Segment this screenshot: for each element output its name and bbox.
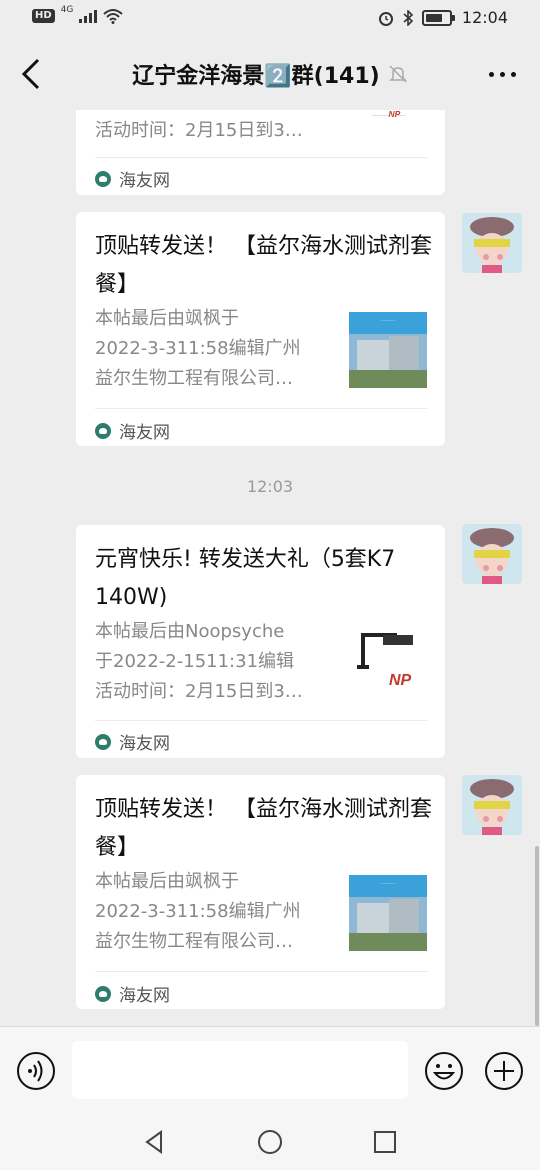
emoji-icon[interactable] — [424, 1051, 464, 1091]
source-logo-icon — [95, 733, 111, 750]
building-image: ······· — [349, 312, 427, 388]
card-source: 海友网 — [95, 166, 170, 191]
input-bar — [0, 1026, 540, 1117]
message-card[interactable]: 元宵快乐! 转发送大礼（5套K7 140W) 本帖最后由Noopsyche 于2… — [76, 525, 445, 758]
divider — [95, 408, 427, 409]
avatar[interactable] — [462, 213, 522, 273]
divider — [95, 971, 427, 972]
network-type: 4G — [60, 5, 74, 15]
hd-badge: HD — [32, 9, 55, 23]
building-image: ······· — [349, 875, 427, 951]
status-left: HD 4G — [32, 5, 124, 24]
card-source: 海友网 — [95, 729, 170, 754]
status-right: 12:04 — [378, 8, 508, 27]
divider — [95, 720, 427, 721]
signal-icon — [79, 9, 98, 23]
recents-square-icon[interactable] — [371, 1128, 399, 1156]
light-product-image: NP — [371, 110, 406, 119]
chat-scrollbar[interactable] — [535, 846, 539, 1026]
light-product-image: NP — [349, 625, 427, 701]
message-timestamp: 12:03 — [246, 477, 294, 496]
message-card[interactable]: 活动时间：2月15日到3… NP 海友网 — [76, 110, 445, 195]
svg-text:·······: ······· — [381, 881, 395, 887]
back-triangle-icon[interactable] — [141, 1128, 169, 1156]
chat-header: 辽宁金洋海景2️⃣群(141) — [0, 38, 540, 110]
card-source: 海友网 — [95, 418, 170, 443]
card-description: 本帖最后由飒枫于 2022-3-311:58编辑广州 益尔生物工程有限公司… — [95, 308, 301, 389]
chat-title: 辽宁金洋海景2️⃣群(141) — [132, 64, 380, 89]
card-title: 顶贴转发送！ 【益尔海水测试剂套餐】 — [95, 797, 432, 860]
system-nav-bar — [0, 1116, 540, 1170]
source-label: 海友网 — [119, 171, 170, 191]
message-card[interactable]: 顶贴转发送！ 【益尔海水测试剂套餐】 本帖最后由飒枫于 2022-3-311:5… — [76, 775, 445, 1009]
source-label: 海友网 — [119, 423, 170, 443]
message-input[interactable] — [72, 1041, 408, 1099]
source-logo-icon — [95, 985, 111, 1002]
chat-title-row: 辽宁金洋海景2️⃣群(141) — [0, 58, 540, 90]
card-title: 元宵快乐! 转发送大礼（5套K7 140W) — [95, 547, 396, 610]
card-description: 本帖最后由Noopsyche 于2022-2-1511:31编辑 活动时间：2月… — [95, 621, 303, 702]
alarm-icon — [378, 11, 393, 26]
home-circle-icon[interactable] — [256, 1128, 284, 1156]
source-logo-icon — [95, 170, 111, 187]
plus-circle-icon[interactable] — [484, 1051, 524, 1091]
svg-text:NP: NP — [389, 110, 401, 119]
avatar[interactable] — [462, 524, 522, 584]
status-bar: HD 4G 12:04 — [0, 0, 540, 38]
svg-text:·······: ······· — [381, 318, 395, 324]
more-dots-icon[interactable] — [489, 72, 516, 77]
chat-area[interactable]: 活动时间：2月15日到3… NP 海友网 顶贴转发送！ 【益尔海水测试剂套餐】 … — [0, 110, 540, 1026]
battery-icon — [421, 9, 455, 26]
source-logo-icon — [95, 422, 111, 439]
card-description: 活动时间：2月15日到3… — [95, 120, 303, 141]
bluetooth-icon — [403, 9, 414, 26]
card-description: 本帖最后由飒枫于 2022-3-311:58编辑广州 益尔生物工程有限公司… — [95, 871, 301, 952]
bell-muted-icon — [388, 65, 407, 83]
status-time: 12:04 — [461, 8, 508, 27]
card-title: 顶贴转发送！ 【益尔海水测试剂套餐】 — [95, 234, 432, 297]
svg-text:NP: NP — [389, 672, 412, 689]
divider — [95, 157, 427, 158]
avatar[interactable] — [462, 775, 522, 835]
source-label: 海友网 — [119, 986, 170, 1006]
voice-icon[interactable] — [16, 1051, 56, 1091]
message-card[interactable]: 顶贴转发送！ 【益尔海水测试剂套餐】 本帖最后由飒枫于 2022-3-311:5… — [76, 212, 445, 446]
source-label: 海友网 — [119, 734, 170, 754]
card-source: 海友网 — [95, 981, 170, 1006]
wifi-icon — [103, 9, 124, 24]
